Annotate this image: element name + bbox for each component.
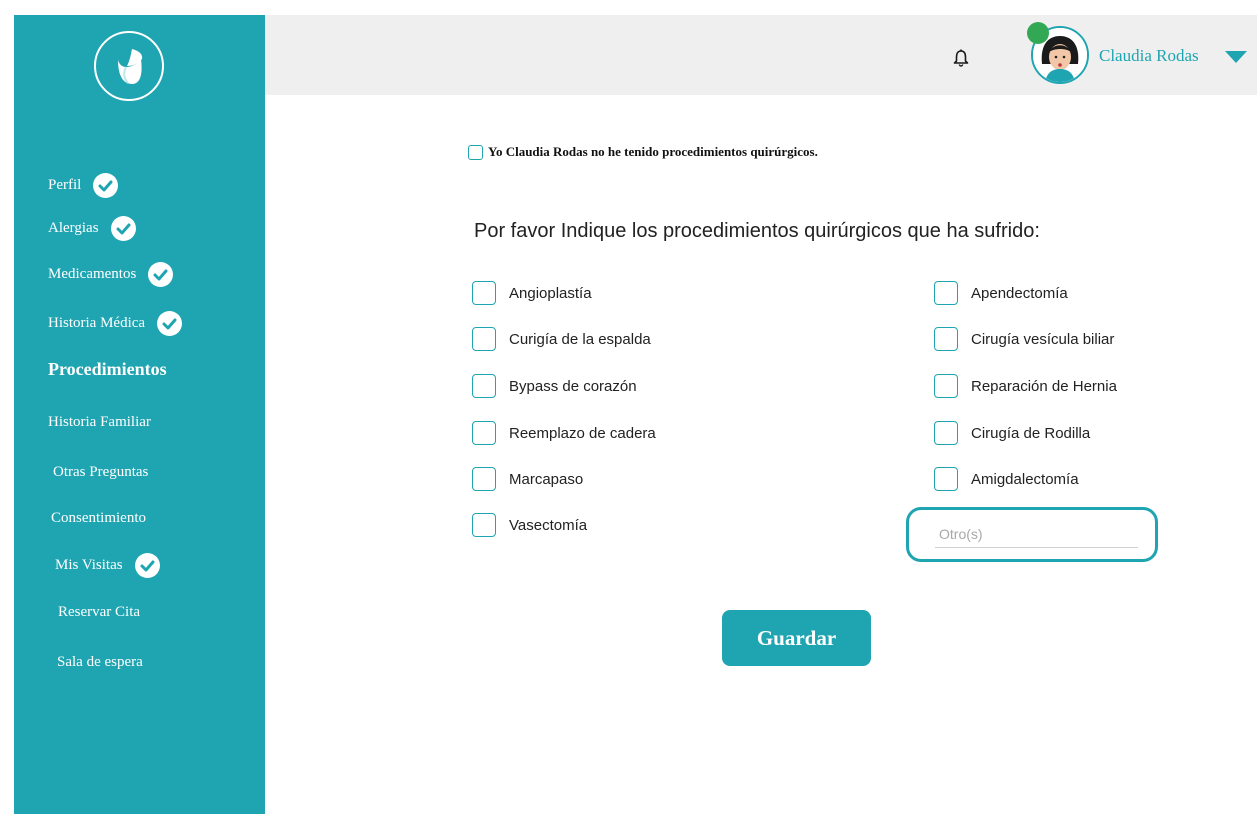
procedure-label: Cirugía de Rodilla: [971, 424, 1091, 442]
sidebar-item-label: Medicamentos: [48, 266, 137, 282]
checkbox-box: [934, 374, 958, 398]
checkbox-box: [472, 327, 496, 351]
sidebar-item-historia-medica[interactable]: Historia Médica: [48, 311, 183, 336]
procedure-label: Amigdalectomía: [971, 470, 1079, 488]
procedure-option-vasectomia[interactable]: Vasectomía: [472, 513, 587, 537]
no-procedures-checkbox[interactable]: Yo Claudia Rodas no he tenido procedimie…: [468, 144, 818, 160]
sidebar-item-label: Perfil: [48, 177, 82, 193]
checkbox-box: [472, 513, 496, 537]
procedure-label: Reparación de Hernia: [971, 377, 1117, 395]
procedure-label: Apendectomía: [971, 284, 1068, 302]
sidebar-item-mis-visitas[interactable]: Mis Visitas: [55, 553, 160, 578]
checkbox-box: [934, 281, 958, 305]
procedure-option-rodilla[interactable]: Cirugía de Rodilla: [934, 421, 1090, 445]
procedure-label: Angioplastía: [509, 284, 592, 302]
checkbox-box: [472, 374, 496, 398]
checkbox-box: [934, 327, 958, 351]
sidebar-item-label: Consentimiento: [51, 510, 146, 526]
save-button[interactable]: Guardar: [722, 610, 871, 666]
procedure-option-vesicula[interactable]: Cirugía vesícula biliar: [934, 327, 1114, 351]
procedure-option-angioplastia[interactable]: Angioplastía: [472, 281, 592, 305]
procedure-option-marcapaso[interactable]: Marcapaso: [472, 467, 583, 491]
checkbox-box: [468, 144, 483, 160]
no-procedures-label: Yo Claudia Rodas no he tenido procedimie…: [488, 144, 818, 159]
bell-icon[interactable]: [953, 49, 969, 72]
procedure-label: Curigía de la espalda: [509, 330, 651, 348]
checkbox-box: [472, 281, 496, 305]
procedure-label: Bypass de corazón: [509, 377, 637, 395]
procedure-option-amigdalectomia[interactable]: Amigdalectomía: [934, 467, 1079, 491]
sidebar-item-label: Mis Visitas: [55, 557, 123, 573]
sidebar-item-consentimiento[interactable]: Consentimiento: [51, 510, 146, 527]
procedure-label: Cirugía vesícula biliar: [971, 330, 1115, 348]
procedures-question: Por favor Indique los procedimientos qui…: [474, 220, 1040, 242]
sidebar-item-otras-preguntas[interactable]: Otras Preguntas: [53, 464, 148, 481]
procedure-label: Marcapaso: [509, 470, 584, 488]
caret-down-icon[interactable]: [1225, 51, 1247, 63]
sidebar-item-label: Historia Médica: [48, 315, 146, 331]
procedure-option-espalda[interactable]: Curigía de la espalda: [472, 327, 651, 351]
sidebar-item-historia-familiar[interactable]: Historia Familiar: [48, 414, 151, 431]
procedure-option-hernia[interactable]: Reparación de Hernia: [934, 374, 1117, 398]
procedure-label: Reemplazo de cadera: [509, 424, 656, 442]
sidebar-item-alergias[interactable]: Alergias: [48, 216, 136, 241]
procedure-option-bypass[interactable]: Bypass de corazón: [472, 374, 637, 398]
checkbox-box: [472, 467, 496, 491]
sidebar-item-procedimientos[interactable]: Procedimientos: [48, 359, 167, 380]
online-status-dot: [1027, 22, 1049, 44]
check-circle-icon: [134, 553, 160, 578]
check-circle-icon: [157, 311, 183, 336]
check-circle-icon: [110, 216, 136, 241]
checkbox-box: [934, 421, 958, 445]
sidebar-item-perfil[interactable]: Perfil: [48, 173, 119, 198]
other-procedures-input[interactable]: [935, 520, 1138, 548]
sidebar-item-label: Sala de espera: [57, 654, 143, 670]
checkbox-box: [472, 421, 496, 445]
sidebar-item-reservar-cita[interactable]: Reservar Cita: [58, 604, 140, 621]
sidebar-item-sala-de-espera[interactable]: Sala de espera: [57, 654, 143, 671]
leaf-logo-icon: [118, 49, 143, 84]
app-logo[interactable]: [94, 31, 164, 101]
sidebar: Perfil Alergias Medicamentos Historia Mé…: [14, 15, 265, 814]
checkbox-box: [934, 467, 958, 491]
check-circle-icon: [148, 262, 174, 287]
top-bar: Claudia Rodas: [265, 15, 1257, 95]
user-name[interactable]: Claudia Rodas: [1099, 46, 1199, 66]
other-field-wrapper: [906, 507, 1158, 562]
sidebar-item-label: Otras Preguntas: [53, 464, 149, 480]
procedure-option-apendectomia[interactable]: Apendectomía: [934, 281, 1068, 305]
sidebar-item-label: Historia Familiar: [48, 414, 151, 430]
sidebar-item-label: Procedimientos: [48, 359, 167, 379]
sidebar-item-medicamentos[interactable]: Medicamentos: [48, 262, 174, 287]
procedure-option-cadera[interactable]: Reemplazo de cadera: [472, 421, 656, 445]
sidebar-item-label: Alergias: [48, 220, 99, 236]
sidebar-item-label: Reservar Cita: [58, 604, 141, 620]
procedure-label: Vasectomía: [509, 516, 588, 534]
check-circle-icon: [93, 173, 119, 198]
